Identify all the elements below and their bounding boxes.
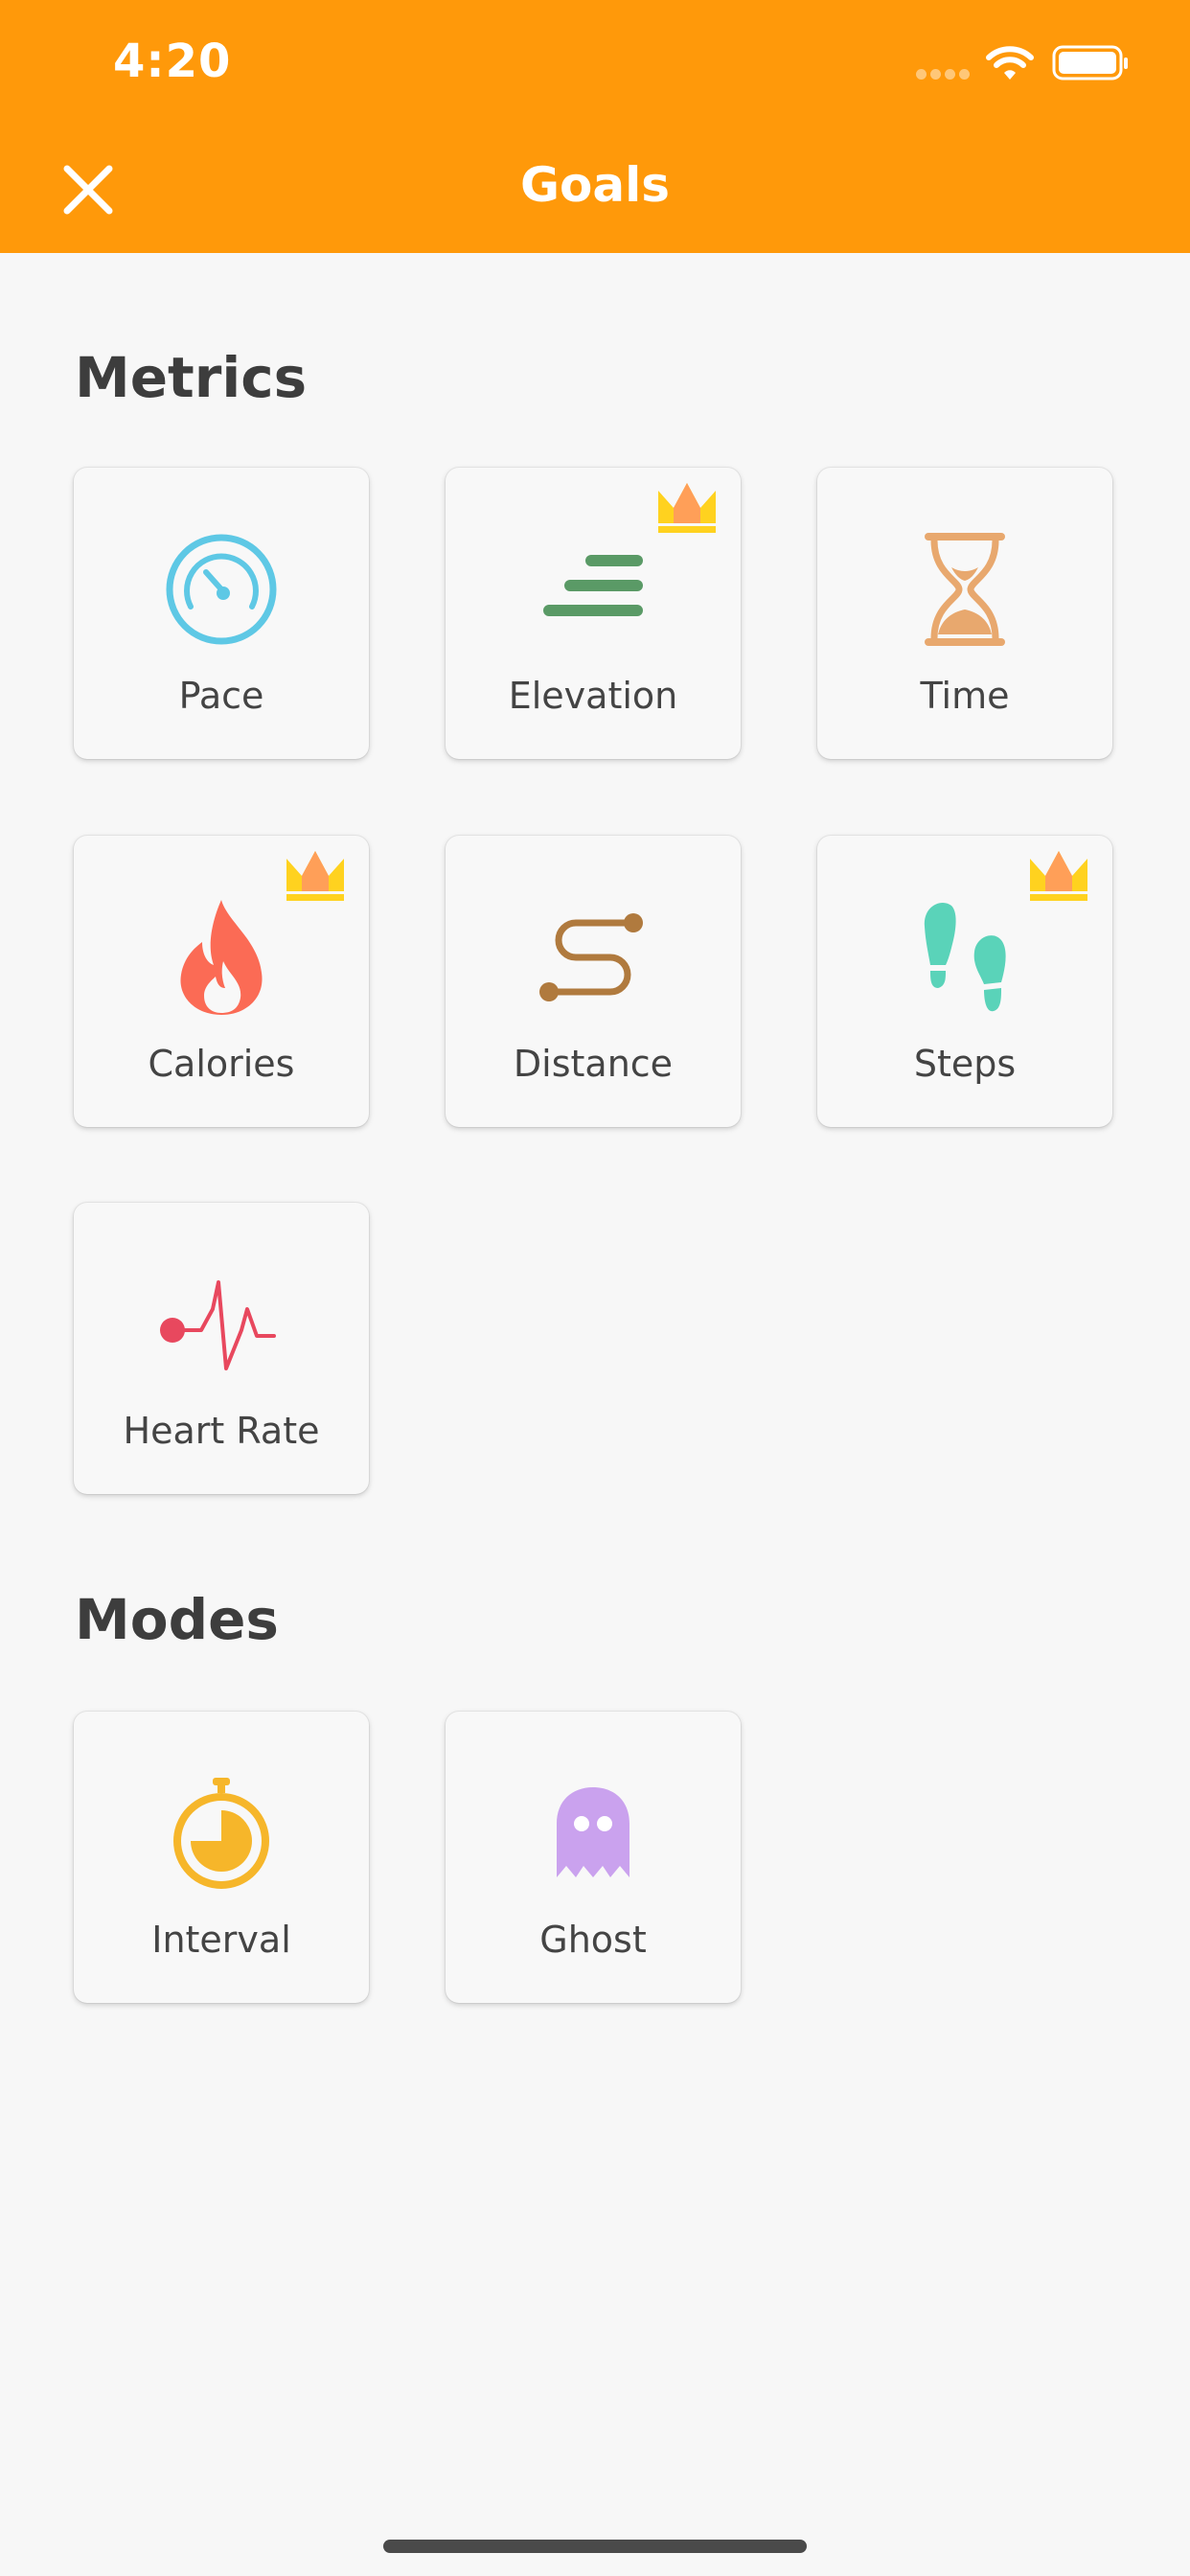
cellular-signal-icon: [916, 69, 970, 82]
flame-icon: [180, 900, 263, 1015]
goal-card-label: Distance: [513, 1043, 674, 1085]
goal-card-label: Ghost: [539, 1919, 647, 1961]
goal-card-label: Calories: [148, 1043, 295, 1085]
status-time: 4:20: [113, 34, 232, 88]
goal-card-label: Time: [920, 675, 1010, 717]
goal-card-label: Pace: [178, 675, 264, 717]
goal-card-heart-rate[interactable]: Heart Rate: [74, 1203, 369, 1494]
speedometer-icon: [166, 534, 277, 645]
goal-card-ghost[interactable]: Ghost: [446, 1712, 741, 2003]
goal-card-elevation[interactable]: Elevation: [446, 468, 741, 759]
goal-card-distance[interactable]: Distance: [446, 836, 741, 1127]
stopwatch-icon: [173, 1778, 269, 1889]
heart-rate-icon: [160, 1280, 276, 1370]
goal-card-pace[interactable]: Pace: [74, 468, 369, 759]
goal-card-label: Elevation: [508, 675, 678, 717]
elevation-icon: [543, 555, 643, 616]
home-indicator[interactable]: [383, 2540, 807, 2553]
goal-card-label: Steps: [913, 1043, 1017, 1085]
goal-card-time[interactable]: Time: [817, 468, 1112, 759]
section-title-metrics: Metrics: [75, 345, 308, 410]
goal-card-calories[interactable]: Calories: [74, 836, 369, 1127]
header-bar: 4:20 Goals: [0, 0, 1190, 253]
goal-card-interval[interactable]: Interval: [74, 1712, 369, 2003]
route-icon: [539, 913, 643, 1001]
hourglass-icon: [925, 533, 1005, 646]
ghost-icon: [557, 1787, 629, 1877]
goal-card-label: Heart Rate: [123, 1410, 320, 1452]
section-title-modes: Modes: [75, 1587, 279, 1652]
wifi-icon: [986, 46, 1034, 80]
battery-icon: [1052, 45, 1128, 80]
goal-card-label: Interval: [151, 1919, 291, 1961]
page-title: Goals: [519, 157, 671, 213]
footprints-icon: [924, 902, 1006, 1012]
goal-card-steps[interactable]: Steps: [817, 836, 1112, 1127]
